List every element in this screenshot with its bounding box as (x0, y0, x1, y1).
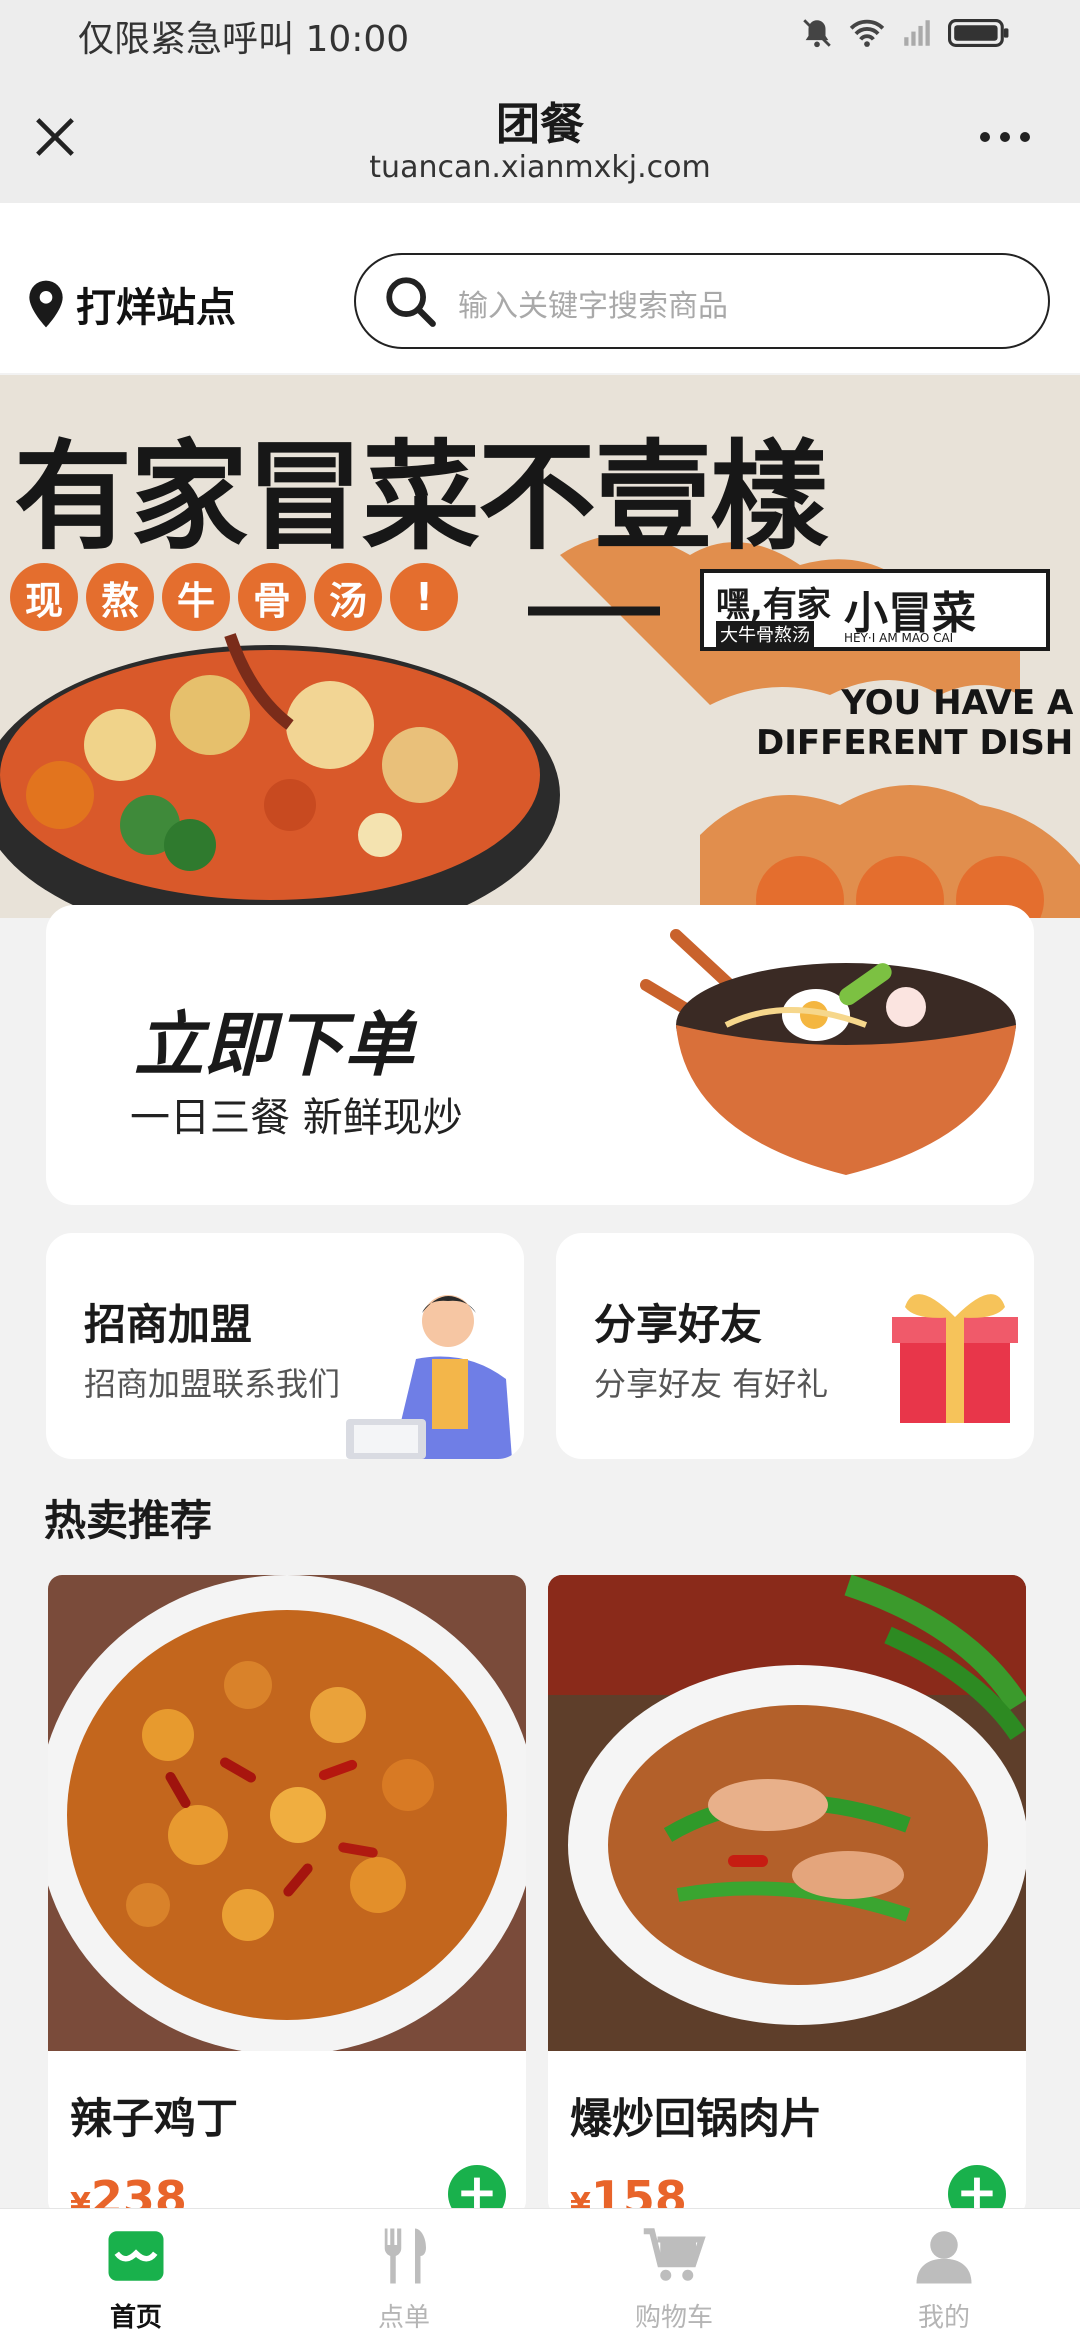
tagline-char: 骨 (238, 563, 306, 631)
product-card[interactable]: 爆炒回锅肉片 ¥158 + (548, 1575, 1026, 2208)
english-line2: DIFFERENT DISH (756, 723, 1074, 763)
fork-knife-icon (384, 2228, 426, 2284)
brand-logo-box: 嘿,有家 大牛骨熬汤 小冒菜 HEY·I AM MAO CAI (700, 569, 1050, 651)
tab-label: 点单 (377, 2303, 430, 2333)
order-subtitle: 一日三餐 新鲜现炒 (130, 1095, 463, 1141)
user-icon (916, 2231, 972, 2284)
order-now-card[interactable]: 立即下单 一日三餐 新鲜现炒 (46, 905, 1034, 1205)
gift-box-icon (892, 1294, 1018, 1423)
tab-label: 我的 (917, 2303, 970, 2333)
tagline-char: 现 (10, 563, 78, 631)
location-label: 打烊站点 (76, 285, 236, 331)
share-subtitle: 分享好友 有好礼 (594, 1365, 829, 1403)
banner-headline: 有家冒菜不壹樣 (14, 427, 828, 566)
page-content: 打烊站点 输入关键字搜索商品 有家冒菜不壹樣 现 熬 牛 骨 汤 ! 嘿,有家 … (0, 203, 1080, 2208)
join-franchise-card[interactable]: 招商加盟 招商加盟联系我们 (46, 1233, 524, 1459)
price-currency: ¥ (70, 2187, 91, 2208)
brand-line2: 大牛骨熬汤 (716, 621, 814, 647)
location-search-bar: 打烊站点 输入关键字搜索商品 (0, 203, 1080, 373)
product-image-twice-cooked-pork (548, 1575, 1026, 2051)
home-store-icon (108, 2231, 164, 2281)
tagline-char: 汤 (314, 563, 382, 631)
join-subtitle: 招商加盟联系我们 (84, 1365, 341, 1403)
join-title: 招商加盟 (84, 1300, 253, 1349)
status-text: 仅限紧急呼叫 10:00 (78, 19, 410, 60)
tab-label: 购物车 (634, 2303, 713, 2333)
tagline-char: 牛 (162, 563, 230, 631)
tab-cart[interactable]: 购物车 (574, 2223, 774, 2334)
businessman-icon (346, 1295, 512, 1459)
status-icons (800, 16, 1010, 50)
brand-line1: 嘿,有家 (716, 585, 831, 625)
product-name: 辣子鸡丁 (70, 2094, 239, 2143)
search-input[interactable]: 输入关键字搜索商品 (354, 253, 1050, 349)
brand-english: HEY·I AM MAO CAI (844, 631, 954, 645)
tab-home[interactable]: 首页 (36, 2223, 236, 2334)
product-price: ¥238 (70, 2171, 187, 2208)
banner-english: YOU HAVE A DIFFERENT DISH (756, 683, 1073, 763)
battery-icon (948, 19, 1009, 47)
browser-header: 团餐 tuancan.xianmxkj.com (0, 70, 1080, 203)
price-value: 158 (590, 2171, 687, 2208)
product-image-spicy-chicken (48, 1575, 526, 2051)
tagline-char: ! (390, 563, 458, 631)
order-title: 立即下单 (134, 1004, 414, 1086)
page-url: tuancan.xianmxkj.com (369, 150, 711, 185)
tab-label: 首页 (109, 2303, 162, 2333)
product-price: ¥158 (570, 2171, 687, 2208)
more-icon[interactable] (978, 130, 1032, 144)
product-card[interactable]: 辣子鸡丁 ¥238 + (48, 1575, 526, 2208)
add-to-cart-button[interactable]: + (448, 2165, 506, 2208)
hot-recommend-title: 热卖推荐 (44, 1496, 213, 1545)
product-name: 爆炒回锅肉片 (570, 2094, 823, 2143)
location-selector[interactable]: 打烊站点 (26, 275, 236, 333)
wifi-icon (849, 19, 885, 47)
mute-icon (803, 19, 831, 48)
cart-icon (643, 2228, 706, 2281)
share-title: 分享好友 (594, 1300, 763, 1349)
noodle-bowl-icon (640, 929, 1016, 1175)
tab-order[interactable]: 点单 (304, 2223, 504, 2334)
tagline-char: 熬 (86, 563, 154, 631)
signal-icon (904, 20, 930, 46)
add-to-cart-button[interactable]: + (948, 2165, 1006, 2208)
status-bar: 仅限紧急呼叫 10:00 (0, 0, 1080, 70)
english-line1: YOU HAVE A (841, 683, 1074, 723)
bottom-tab-bar: 首页 点单 购物车 我的 (0, 2208, 1080, 2341)
page-title: 团餐 (496, 99, 584, 150)
search-placeholder: 输入关键字搜索商品 (458, 289, 728, 324)
tab-mine[interactable]: 我的 (844, 2223, 1044, 2334)
promo-banner[interactable]: 有家冒菜不壹樣 现 熬 牛 骨 汤 ! 嘿,有家 大牛骨熬汤 小冒菜 HEY·I… (0, 375, 1080, 918)
price-currency: ¥ (570, 2187, 591, 2208)
banner-tagline: 现 熬 牛 骨 汤 ! (10, 563, 458, 631)
price-value: 238 (90, 2171, 187, 2208)
location-pin-icon (29, 280, 63, 328)
share-friends-card[interactable]: 分享好友 分享好友 有好礼 (556, 1233, 1034, 1459)
search-icon (386, 277, 436, 327)
